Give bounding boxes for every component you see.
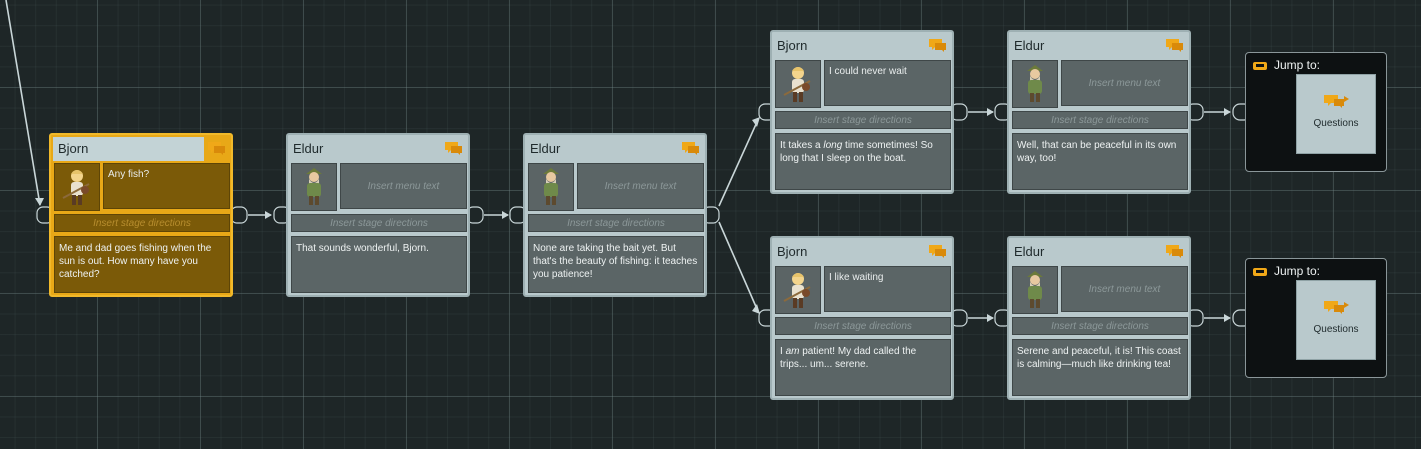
speech-bubble-icon[interactable] — [926, 35, 948, 55]
menu-text-field[interactable]: Insert menu text — [340, 163, 467, 209]
jump-target[interactable]: Questions — [1296, 74, 1376, 154]
speech-bubble-icon — [1324, 95, 1349, 108]
dialogue-text-emphasis: am — [785, 346, 800, 357]
incoming-connection — [5, 0, 41, 206]
bjorn-portrait — [54, 163, 100, 211]
dialogue-node-bjorn-any-fish[interactable]: Bjorn Any fish? Insert stage directions … — [49, 133, 233, 297]
eldur-portrait — [1012, 60, 1058, 108]
dialogue-text-field[interactable]: Serene and peaceful, it is! This coast i… — [1012, 339, 1188, 396]
dialogue-text-field[interactable]: Me and dad goes fishing when the sun is … — [54, 236, 230, 293]
dialogue-node-bjorn-like-waiting[interactable]: Bjorn I like waiting Insert stage direct… — [770, 236, 954, 400]
dialogue-text-field[interactable]: I am patient! My dad called the trips...… — [775, 339, 951, 396]
jump-label: Jump to: — [1274, 264, 1321, 278]
menu-text-field[interactable]: Insert menu text — [1061, 266, 1188, 312]
jump-header: Jump to: — [1252, 57, 1320, 73]
jump-node[interactable]: Jump to: Questions — [1245, 52, 1387, 172]
stage-directions-field[interactable]: Insert stage directions — [528, 214, 704, 232]
stage-directions-field[interactable]: Insert stage directions — [1012, 317, 1188, 335]
menu-text-field[interactable]: Any fish? — [103, 163, 230, 209]
output-port — [230, 206, 248, 224]
dialogue-text-field[interactable]: None are taking the bait yet. But that's… — [528, 236, 704, 293]
speech-bubble-icon[interactable] — [1163, 35, 1185, 55]
jump-arrow-icon — [1253, 268, 1267, 276]
dialogue-text-emphasis: long — [823, 140, 843, 151]
eldur-portrait — [1012, 266, 1058, 314]
node-speaker: Bjorn — [777, 38, 808, 53]
stage-directions-field[interactable]: Insert stage directions — [54, 214, 230, 232]
speech-bubble-icon[interactable] — [1163, 241, 1185, 261]
jump-header: Jump to: — [1252, 263, 1320, 279]
eldur-portrait — [528, 163, 574, 211]
dialogue-node-eldur-wonderful[interactable]: Eldur Insert menu text Insert stage dire… — [286, 133, 470, 297]
jump-target[interactable]: Questions — [1296, 280, 1376, 360]
eldur-portrait — [291, 163, 337, 211]
node-speaker: Eldur — [1014, 244, 1045, 259]
speech-bubble-icon[interactable] — [926, 241, 948, 261]
speech-bubble-icon[interactable] — [205, 138, 227, 158]
menu-text-field[interactable]: Insert menu text — [577, 163, 704, 209]
dialogue-text-part: It takes a — [780, 140, 824, 151]
node-speaker: Eldur — [530, 141, 561, 156]
dialogue-node-bjorn-never-wait[interactable]: Bjorn I could never wait Insert stage di… — [770, 30, 954, 194]
node-speaker: Eldur — [293, 141, 324, 156]
dialogue-text-field[interactable]: Well, that can be peaceful in its own wa… — [1012, 133, 1188, 190]
stage-directions-field[interactable]: Insert stage directions — [1012, 111, 1188, 129]
connection-3-6 — [718, 221, 758, 310]
menu-text-field[interactable]: I like waiting — [824, 266, 951, 312]
dialogue-node-eldur-serene[interactable]: Eldur Insert menu text Insert stage dire… — [1007, 236, 1191, 400]
stage-directions-field[interactable]: Insert stage directions — [291, 214, 467, 232]
stage-directions-field[interactable]: Insert stage directions — [775, 111, 951, 129]
speech-bubble-icon[interactable] — [442, 138, 464, 158]
bjorn-portrait — [775, 60, 821, 108]
jump-target-label: Questions — [1313, 324, 1359, 335]
jump-target-label: Questions — [1313, 118, 1359, 129]
node-speaker: Bjorn — [53, 137, 204, 161]
menu-text-field[interactable]: I could never wait — [824, 60, 951, 106]
jump-node[interactable]: Jump to: Questions — [1245, 258, 1387, 378]
node-speaker: Eldur — [1014, 38, 1045, 53]
dialogue-text-field[interactable]: That sounds wonderful, Bjorn. — [291, 236, 467, 293]
dialogue-text-part: patient! My dad called the trips... um..… — [780, 346, 917, 370]
dialogue-text-field[interactable]: It takes a long time sometimes! So long … — [775, 133, 951, 190]
dialogue-node-eldur-peaceful[interactable]: Eldur Insert menu text Insert stage dire… — [1007, 30, 1191, 194]
jump-label: Jump to: — [1274, 58, 1321, 72]
stage-directions-field[interactable]: Insert stage directions — [775, 317, 951, 335]
bjorn-portrait — [775, 266, 821, 314]
jump-arrow-icon — [1253, 62, 1267, 70]
connection-3-4 — [718, 121, 758, 207]
speech-bubble-icon[interactable] — [679, 138, 701, 158]
dialogue-node-eldur-patience[interactable]: Eldur Insert menu text Insert stage dire… — [523, 133, 707, 297]
node-speaker: Bjorn — [777, 244, 808, 259]
speech-bubble-icon — [1324, 301, 1349, 314]
menu-text-field[interactable]: Insert menu text — [1061, 60, 1188, 106]
